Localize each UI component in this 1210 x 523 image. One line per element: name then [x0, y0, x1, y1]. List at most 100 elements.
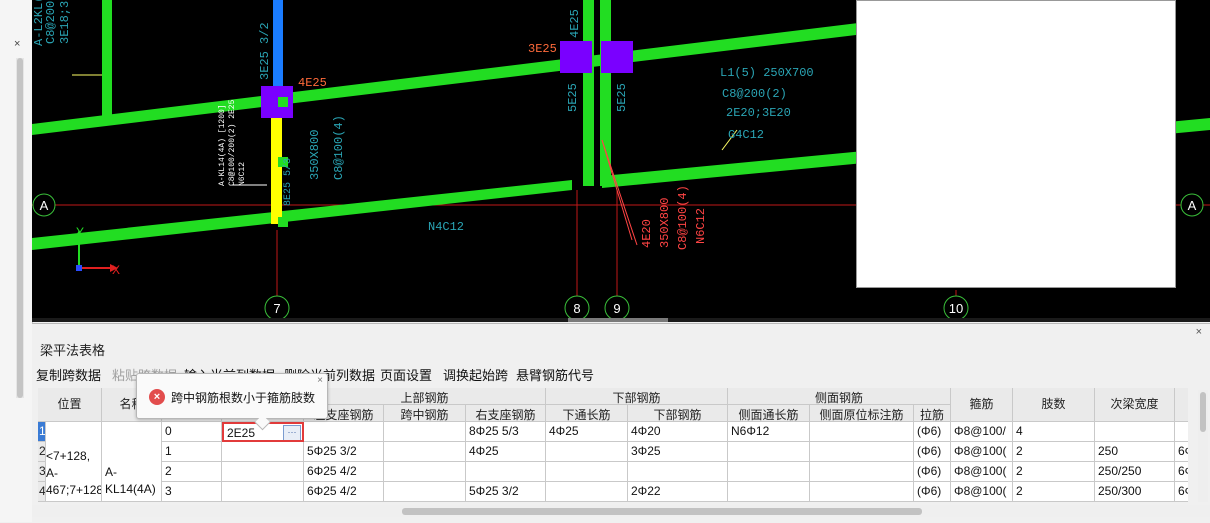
cell-bottom-through[interactable]: [546, 462, 628, 482]
annotation-a18: 350X800: [658, 198, 672, 248]
row-number-2[interactable]: 2: [38, 442, 46, 462]
cell-side-through[interactable]: [728, 442, 810, 462]
table-horizontal-scrollbar-thumb[interactable]: [402, 508, 922, 515]
row-number-3[interactable]: 3: [38, 462, 46, 482]
ellipsis-button[interactable]: ···: [283, 425, 301, 440]
header-bottom-through[interactable]: 下通长筋: [546, 405, 628, 422]
cell-bottom-bar[interactable]: 3Φ25: [628, 442, 728, 462]
copy-span-button[interactable]: 复制跨数据: [36, 365, 101, 384]
cell-side-through[interactable]: [728, 462, 810, 482]
cell-left-support[interactable]: 5Φ25 3/2: [304, 442, 384, 462]
cell-top-through[interactable]: [222, 482, 304, 502]
cell-right-support[interactable]: 4Φ25: [466, 442, 546, 462]
panel-close-icon[interactable]: ×: [1196, 326, 1202, 338]
cell-legs[interactable]: 2: [1013, 462, 1095, 482]
white-panel: [856, 0, 1176, 288]
tooltip-close-icon[interactable]: ×: [317, 375, 323, 386]
cell-span[interactable]: 0: [162, 422, 222, 442]
cell-stirrup[interactable]: Φ8@100(: [951, 442, 1013, 462]
cell-bottom-through[interactable]: [546, 442, 628, 462]
table-horizontal-scrollbar[interactable]: [32, 505, 1210, 517]
cell-left-support[interactable]: [304, 422, 384, 442]
cell-side-mark[interactable]: [810, 422, 914, 442]
cell-bottom-through[interactable]: [546, 482, 628, 502]
header-secondary-width[interactable]: 次梁宽度: [1095, 388, 1175, 422]
cell-left-support[interactable]: 6Φ25 4/2: [304, 462, 384, 482]
cell-extra[interactable]: 6Φ: [1175, 462, 1188, 482]
cell-bottom-through[interactable]: 4Φ25: [546, 422, 628, 442]
cell-mid[interactable]: [384, 442, 466, 462]
header-tie[interactable]: 拉筋: [914, 405, 951, 422]
header-extra[interactable]: [1175, 388, 1188, 422]
cell-span[interactable]: 3: [162, 482, 222, 502]
cell-right-support[interactable]: 8Φ25 5/3: [466, 422, 546, 442]
header-right-support[interactable]: 右支座钢筋: [466, 405, 546, 422]
cell-side-mark[interactable]: [810, 482, 914, 502]
cell-extra[interactable]: 6Φ: [1175, 442, 1188, 462]
cell-span[interactable]: 2: [162, 462, 222, 482]
cell-legs[interactable]: 2: [1013, 482, 1095, 502]
cad-canvas[interactable]: A-L2KL(3)C00 C8@200(2) 3E18;3E18 3E25 3/…: [32, 0, 1210, 322]
column-1: [261, 86, 293, 118]
cell-top-through[interactable]: [222, 462, 304, 482]
header-legs[interactable]: 肢数: [1013, 388, 1095, 422]
cell-stirrup[interactable]: Φ8@100(: [951, 462, 1013, 482]
cell-bottom-bar[interactable]: 2Φ22: [628, 482, 728, 502]
header-stirrup[interactable]: 箍筋: [951, 388, 1013, 422]
cell-right-support[interactable]: [466, 462, 546, 482]
cell-left-support[interactable]: 6Φ25 4/2: [304, 482, 384, 502]
cell-bottom-bar[interactable]: [628, 462, 728, 482]
cell-secondary-width[interactable]: 250: [1095, 442, 1175, 462]
cell-name[interactable]: A-KL14(4A): [102, 422, 162, 502]
table-vertical-scrollbar-thumb[interactable]: [1200, 392, 1206, 432]
cell-span[interactable]: 1: [162, 442, 222, 462]
column-2: [560, 41, 592, 73]
header-position[interactable]: 位置: [38, 388, 102, 422]
header-side-through[interactable]: 侧面通长筋: [728, 405, 810, 422]
cell-extra[interactable]: 6Φ: [1175, 482, 1188, 502]
cell-side-through[interactable]: [728, 482, 810, 502]
header-side-mark[interactable]: 侧面原位标注筋: [810, 405, 914, 422]
blue-beam: [273, 0, 283, 92]
cell-mid[interactable]: [384, 422, 466, 442]
cell-side-mark[interactable]: [810, 442, 914, 462]
cell-secondary-width[interactable]: 250/250: [1095, 462, 1175, 482]
header-mid[interactable]: 跨中钢筋: [384, 405, 466, 422]
cell-stirrup[interactable]: Φ8@100(: [951, 482, 1013, 502]
left-scrollbar[interactable]: [16, 58, 24, 398]
cell-top-through[interactable]: [222, 442, 304, 462]
cell-position[interactable]: <7+128, A-467;7+128,N-40: [38, 422, 102, 502]
header-bottom-bar[interactable]: 下部钢筋: [628, 405, 728, 422]
pane-close-icon[interactable]: ×: [14, 38, 20, 50]
swap-start-span-button[interactable]: 调换起始跨: [443, 365, 508, 384]
annotation-a20: N6C12: [694, 208, 708, 244]
cell-side-through[interactable]: N6Φ12: [728, 422, 810, 442]
annotation-a17: 4E20: [640, 219, 654, 248]
canvas-scrollbar[interactable]: [32, 318, 1210, 322]
cell-side-mark[interactable]: [810, 462, 914, 482]
beam-v3: [600, 0, 611, 186]
cell-mid[interactable]: [384, 462, 466, 482]
cell-tie[interactable]: (Φ6): [914, 482, 951, 502]
left-pane: ×: [0, 0, 33, 522]
canvas-scrollbar-thumb[interactable]: [568, 318, 668, 322]
cell-secondary-width[interactable]: 250/300: [1095, 482, 1175, 502]
cell-mid[interactable]: [384, 482, 466, 502]
cell-tie[interactable]: (Φ6): [914, 442, 951, 462]
row-number-4[interactable]: 4: [38, 482, 46, 502]
cell-secondary-width[interactable]: [1095, 422, 1175, 442]
page-setup-button[interactable]: 页面设置: [380, 365, 432, 384]
table-vertical-scrollbar[interactable]: [1198, 390, 1208, 502]
cell-tie[interactable]: (Φ6): [914, 422, 951, 442]
row-number-1[interactable]: 1: [38, 422, 46, 442]
cell-stirrup[interactable]: Φ8@100/: [951, 422, 1013, 442]
cell-right-support[interactable]: 5Φ25 3/2: [466, 482, 546, 502]
left-scrollbar-thumb[interactable]: [17, 58, 23, 398]
cell-legs[interactable]: 2: [1013, 442, 1095, 462]
grip-3: [278, 217, 288, 227]
cell-extra[interactable]: [1175, 422, 1188, 442]
cell-legs[interactable]: 4: [1013, 422, 1095, 442]
cell-tie[interactable]: (Φ6): [914, 462, 951, 482]
cantilever-code-button[interactable]: 悬臂钢筋代号: [516, 365, 594, 384]
cell-bottom-bar[interactable]: 4Φ20: [628, 422, 728, 442]
